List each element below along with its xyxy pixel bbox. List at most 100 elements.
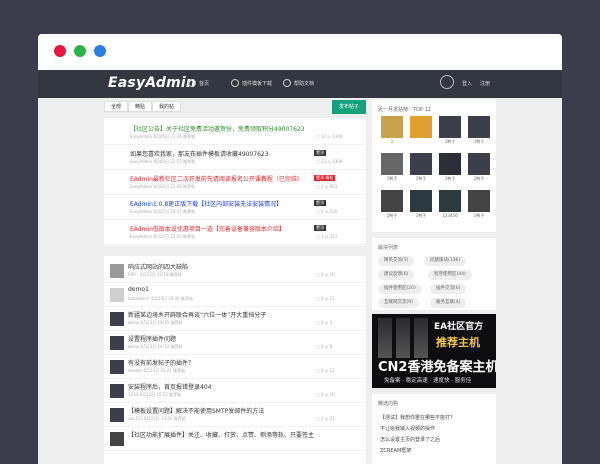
post-title[interactable]: 新疆某边境乡开辟联合再谈“六位一体”开大重挡分子 [128,310,266,319]
top-user[interactable]: 1鸭子 [407,153,435,182]
section-tag[interactable]: 精英交流(5) [378,256,415,266]
post-stats: ▢ 12 ◎ 1300 [316,134,343,139]
pinned-row[interactable]: EAdmin低版本设优惠项目一选【完善设备兼容版本介绍】 置顶 EasyAdmin … [104,220,366,245]
user-avatar[interactable] [381,190,403,212]
user-avatar[interactable] [468,116,490,138]
post-title[interactable]: 【模板设置问题】解决不能使用SMTP发邮件的方法 [128,406,264,415]
section-tag[interactable]: 插件交流(6) [430,284,467,294]
post-title[interactable]: demo1 [128,286,149,293]
post-title[interactable]: 安装程序后，首页报错登录404 [128,382,211,391]
featured-link[interactable]: 【测试】我想你重在哪些不能打？ [380,414,455,421]
nav-docs[interactable]: 帮助文档 [283,79,314,87]
user-avatar[interactable] [410,153,432,175]
author-avatar[interactable] [110,408,124,422]
section-tag[interactable]: 服务互联(4) [430,298,467,308]
maximize-window-button[interactable] [94,45,106,57]
user-avatar[interactable] [439,190,461,212]
post-title[interactable]: 响应式网站的四大缺陷 [128,262,188,271]
user-name[interactable]: 123456 [436,213,464,218]
minimize-window-button[interactable] [74,45,86,57]
register-link[interactable]: 注册 [480,80,490,87]
user-avatar[interactable] [439,116,461,138]
top-user[interactable]: 1鸭子 [378,190,406,219]
user-name[interactable]: 1鸭子 [465,213,493,219]
post-meta: EasyAdmin 6月02日 21:46 推荐帖 [130,184,196,189]
top-user[interactable]: 1鸭子 [436,153,464,182]
post-row[interactable]: 【社区功能扩展插件】关注、收藏、打赏、点赞、侧添等轨、只要签主 [104,426,366,451]
new-post-button[interactable]: 发布帖子 [332,100,366,114]
user-avatar[interactable] [468,190,490,212]
featured-link[interactable]: 不让给我输入视频的操作 [380,425,435,432]
user-avatar[interactable] [468,153,490,175]
user-avatar-icon[interactable] [440,75,454,89]
user-avatar[interactable] [381,116,403,138]
post-title[interactable]: EAdmin1.0.8更正版下载【社区内部安装无法安装情况】 [130,199,282,208]
tabs-bar: 全部 精贴 我的帖 发布帖子 [104,98,366,116]
post-row[interactable]: 新疆某边境乡开辟联合再谈“六位一体”开大重挡分子 demo 6月23日 19:15… [104,306,366,331]
site-logo[interactable]: EasyAdmin [108,75,196,91]
author-avatar[interactable] [110,288,124,302]
hosting-ad-banner[interactable]: EA社区官方 推荐主机 CN2香港免备案主机 免备案 · 稳定高速 · 速度快 … [372,314,496,388]
user-name[interactable]: 1 [378,139,406,144]
top-user[interactable]: 1鸭子 [465,153,493,182]
author-avatar[interactable] [110,336,124,350]
author-avatar[interactable] [110,312,124,326]
user-name[interactable]: 1鸭子 [378,176,406,182]
user-name[interactable]: 1鸭子 [378,213,406,219]
top-user[interactable]: 1 [378,116,406,144]
nav-home[interactable]: 首页 [188,79,209,87]
post-row[interactable]: 安装程序后，首页报错登录404 1234 6月23日 15:22 推荐帖 ▢ 0 ◎… [104,378,366,403]
section-tag[interactable]: 程序使用区(44) [428,270,472,280]
user-name[interactable]: 1鸭子 [407,213,435,219]
user-avatar[interactable] [439,153,461,175]
pinned-row[interactable]: EAdmin最新社区二次开发前先请阅读报名公开课教程（已完结） 置顶 精帖 Easy… [104,170,366,195]
top-user[interactable]: 1鸭子 [378,153,406,182]
pinned-row[interactable]: 【社区公告】关于社区免费活动邀贺份，免费领取积分49007623 EasyAdmi… [104,120,366,145]
user-name[interactable]: 1鸭子 [436,176,464,182]
post-title[interactable]: 有没有前发帖子的插件？ [128,358,194,367]
post-row[interactable]: demo1 fastadmin* 6月23日 19:35 推荐帖 ▢ 0 ◎ 11 [104,282,366,307]
post-title[interactable]: 设置程序插件问题 [128,334,176,343]
top-user[interactable]: 123456 [436,190,464,218]
author-avatar[interactable] [110,360,124,374]
nav-downloads[interactable]: 插件模板下载 [231,79,272,87]
author-avatar[interactable] [110,432,124,446]
tab-featured[interactable]: 精贴 [128,101,153,112]
post-title[interactable]: 【社区功能扩展插件】关注、收藏、打赏、点赞、侧添等轨、只要签主 [128,430,314,439]
user-avatar[interactable] [410,190,432,212]
user-name[interactable]: 1鸭子 [436,139,464,145]
close-window-button[interactable] [54,45,66,57]
post-row[interactable]: 【模板设置问题】解决不能使用SMTP发邮件的方法 abc123 6月23日 14:… [104,402,366,427]
tab-mine[interactable]: 我的帖 [152,101,182,112]
top-user[interactable]: 1鸭子 [465,190,493,219]
tab-all[interactable]: 全部 [104,101,129,112]
featured-link[interactable]: ZCREAM框架 [380,447,411,454]
user-name[interactable]: 1鸭子 [407,176,435,182]
user-name[interactable]: 1鸭子 [465,139,493,145]
post-row[interactable]: 有没有前发帖子的插件？ dender 6月23日 16:21 推荐帖 ▢ 0 ◎ 1… [104,354,366,379]
top-user[interactable]: 1鸭子 [465,116,493,145]
post-title[interactable]: EAdmin最新社区二次开发前先请阅读报名公开课教程（已完结） [130,174,303,183]
post-row[interactable]: 响应式网站的四大缺陷 ERP... 6月23日 22:18 推荐帖 ▢ 0 ◎ 10 [104,258,366,283]
section-tag[interactable]: 互联网交流(9) [378,298,419,308]
top-user[interactable]: 1鸭子 [407,190,435,219]
section-tag[interactable]: 问题版块(136) [424,256,467,266]
top-user[interactable] [407,116,435,139]
pinned-row[interactable]: 如果您喜欢我家，那友布插件模板请收藏49007623 置顶 EasyAdmin 6月… [104,145,366,170]
pinned-row[interactable]: EAdmin1.0.8更正版下载【社区内部安装无法安装情况】 置顶 EasyAdmi… [104,195,366,220]
user-avatar[interactable] [381,153,403,175]
user-avatar[interactable] [410,116,432,138]
author-avatar[interactable] [110,264,124,278]
author-avatar[interactable] [110,384,124,398]
section-tag[interactable]: 插件使用区(20) [378,284,422,294]
user-name[interactable]: 1鸭子 [465,176,493,182]
post-row[interactable]: 设置程序插件问题 demo 6月23日 16:33 推荐帖 ▢ 0 ◎ 8 [104,330,366,355]
top-user[interactable]: 1鸭子 [436,116,464,145]
post-title[interactable]: 如果您喜欢我家，那友布插件模板请收藏49007623 [130,149,269,158]
post-title[interactable]: EAdmin低版本设优惠项目一选【完善设备兼容版本介绍】 [130,224,285,233]
featured-link[interactable]: 怎么设置主页的登录了之后 [380,436,440,443]
login-link[interactable]: 登入 [462,80,472,87]
ad-line1: EA社区官方 [434,322,484,332]
section-tag[interactable]: 建议反馈(6) [378,270,415,280]
post-title[interactable]: 【社区公告】关于社区免费活动邀贺份，免费领取积分49007623 [130,124,305,133]
